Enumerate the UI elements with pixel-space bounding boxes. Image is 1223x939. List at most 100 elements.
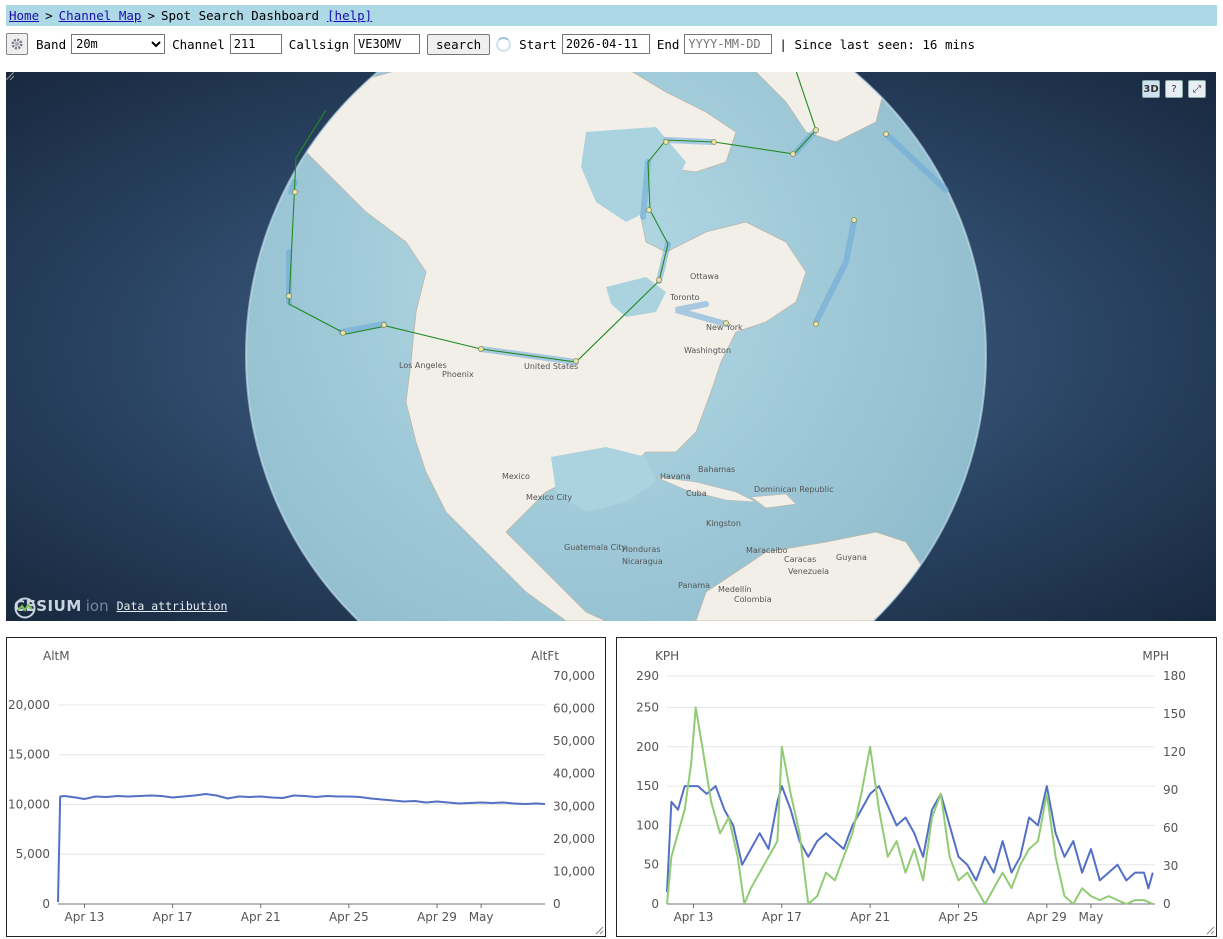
y-tick-right: 150 <box>1163 707 1186 721</box>
breadcrumb-separator: > <box>147 8 155 23</box>
y-tick-right: 30 <box>1163 859 1178 873</box>
cesium-logo-icon <box>14 597 36 619</box>
y-tick-right: 40,000 <box>553 767 595 781</box>
cesium-logo: CESIUM ion Data attribution <box>14 597 228 619</box>
y-tick-right: 50,000 <box>553 734 595 748</box>
speed-chart-svg: KPH MPH 0 50 100 150 200 250 290 0 30 60 90 120 150 180… <box>636 649 1215 935</box>
y-tick-right: 120 <box>1163 745 1186 759</box>
y-tick-left: 200 <box>636 740 659 754</box>
map-label: Los Angeles <box>399 361 447 370</box>
map-label: Guatemala City <box>564 543 627 552</box>
breadcrumb-home-link[interactable]: Home <box>9 8 39 23</box>
map-label: Guyana <box>836 553 867 562</box>
y-tick-right: 90 <box>1163 783 1178 797</box>
y-tick-right: 180 <box>1163 669 1186 683</box>
map-help-button[interactable]: ? <box>1165 80 1183 98</box>
y-tick-right: 0 <box>553 897 561 911</box>
y-tick-left: 250 <box>636 700 659 714</box>
map-label: Maracaibo <box>746 546 788 555</box>
y-tick-left: 100 <box>636 818 659 832</box>
end-label: End <box>656 36 680 52</box>
map-label: Caracas <box>784 555 816 564</box>
loading-spinner-icon <box>496 36 512 52</box>
search-toolbar: Band 20m Channel Callsign search Start E… <box>6 32 975 56</box>
speed-chart: KPH MPH 0 50 100 150 200 250 290 0 30 60 90 120 150 180… <box>616 637 1217 937</box>
x-tick-label: May <box>1079 910 1104 924</box>
callsign-label: Callsign <box>288 36 350 52</box>
y-axis-right-title: AltFt <box>531 649 559 663</box>
x-tick-label: Apr 13 <box>65 910 105 924</box>
y-tick-left: 290 <box>636 669 659 683</box>
y-tick-left: 5,000 <box>16 847 50 861</box>
page-title: Spot Search Dashboard <box>160 8 320 23</box>
cesium-ion-text: ion <box>85 597 109 615</box>
y-tick-right: 60,000 <box>553 702 595 716</box>
map-label: Dominican Republic <box>754 485 833 494</box>
map-label: Medellín <box>718 585 752 594</box>
x-tick-label: Apr 13 <box>674 910 714 924</box>
last-seen-status: | Since last seen: 16 mins <box>779 36 976 52</box>
map-label: Mexico <box>502 472 530 481</box>
y-tick-left: 150 <box>636 779 659 793</box>
y-tick-right: 20,000 <box>553 832 595 846</box>
end-date-input[interactable] <box>684 34 773 54</box>
map-label: Panama <box>678 581 710 590</box>
altitude-chart: AltM AltFt 0 5,000 10,000 15,000 20,000 0 10,000… <box>6 637 606 937</box>
band-label: Band <box>36 36 67 52</box>
resize-handle-icon[interactable] <box>1206 926 1215 935</box>
map-label: Washington <box>684 346 731 355</box>
x-tick-label: Apr 29 <box>1027 910 1067 924</box>
y-tick-right: 60 <box>1163 821 1178 835</box>
data-attribution-link[interactable]: Data attribution <box>117 599 228 613</box>
map-label: Toronto <box>669 293 700 302</box>
series-line-0 <box>57 793 546 903</box>
x-tick-label: May <box>469 910 494 924</box>
y-tick-left: 50 <box>644 858 659 872</box>
breadcrumb: Home > Channel Map > Spot Search Dashboa… <box>6 5 1217 26</box>
y-tick-left: 10,000 <box>8 797 50 811</box>
y-axis-right-title: MPH <box>1142 649 1169 663</box>
map-label: Ottawa <box>690 272 719 281</box>
y-tick-right: 30,000 <box>553 799 595 813</box>
map-label: Mexico City <box>526 493 572 502</box>
x-tick-label: Apr 21 <box>241 910 281 924</box>
y-tick-left: 0 <box>42 897 50 911</box>
x-tick-label: Apr 29 <box>417 910 457 924</box>
settings-button[interactable] <box>6 33 28 55</box>
map-label: Cuba <box>686 489 707 498</box>
resize-handle-icon[interactable] <box>6 72 14 80</box>
fullscreen-button[interactable]: ⤢ <box>1188 80 1206 98</box>
altitude-chart-svg: AltM AltFt 0 5,000 10,000 15,000 20,000 0 10,000… <box>8 649 604 935</box>
x-tick-label: Apr 21 <box>850 910 890 924</box>
breadcrumb-channel-map-link[interactable]: Channel Map <box>59 8 142 23</box>
map-label: Honduras <box>622 545 661 554</box>
y-tick-right: 0 <box>1163 897 1171 911</box>
callsign-input[interactable] <box>354 34 421 54</box>
map-label: Bahamas <box>698 465 735 474</box>
x-tick-label: Apr 25 <box>329 910 369 924</box>
gear-icon <box>11 38 23 50</box>
y-axis-left-title: AltM <box>43 649 70 663</box>
x-tick-label: Apr 17 <box>153 910 193 924</box>
channel-input[interactable] <box>229 34 282 54</box>
help-link[interactable]: [help] <box>327 8 372 23</box>
globe-map[interactable]: Ottawa Toronto New York Washington Los A… <box>6 72 1216 621</box>
globe-view[interactable]: Ottawa Toronto New York Washington Los A… <box>6 72 1216 621</box>
breadcrumb-separator: > <box>45 8 53 23</box>
map-label: Phoenix <box>442 370 474 379</box>
search-button[interactable]: search <box>427 33 491 55</box>
map-label: Colombia <box>734 595 772 604</box>
map-label: Kingston <box>706 519 741 528</box>
y-tick-left: 20,000 <box>8 698 50 712</box>
y-tick-left: 15,000 <box>8 748 50 762</box>
band-select[interactable]: 20m <box>71 34 166 54</box>
channel-label: Channel <box>172 36 225 52</box>
x-tick-label: Apr 17 <box>762 910 802 924</box>
y-tick-right: 70,000 <box>553 669 595 683</box>
start-date-input[interactable] <box>561 34 650 54</box>
3d-mode-button[interactable]: 3D <box>1142 80 1160 98</box>
resize-handle-icon[interactable] <box>595 926 604 935</box>
y-axis-left-title: KPH <box>655 649 679 663</box>
map-label: Nicaragua <box>622 557 663 566</box>
y-tick-left: 0 <box>651 897 659 911</box>
